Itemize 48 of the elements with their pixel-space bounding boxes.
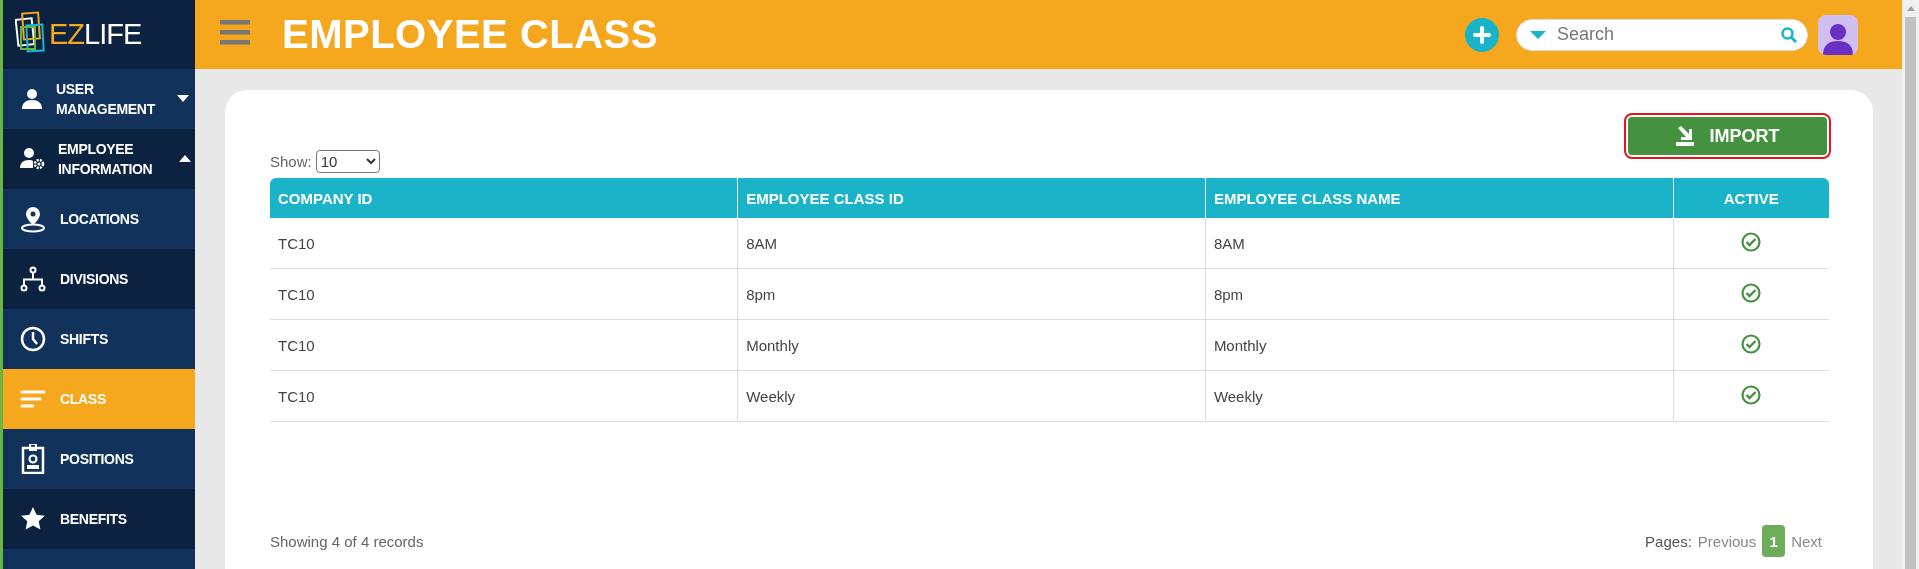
table-cell: Monthly xyxy=(737,319,1206,371)
column-header: EMPLOYEE CLASS NAME xyxy=(1205,178,1674,218)
column-header: COMPANY ID xyxy=(270,178,738,218)
logo-text-accent: EZ xyxy=(49,18,85,51)
caret-down-icon[interactable] xyxy=(1530,29,1546,40)
hierarchy-icon xyxy=(20,266,46,292)
scroll-up-icon[interactable] xyxy=(1906,6,1915,11)
sidebar-item[interactable]: LOCATIONS xyxy=(3,189,195,249)
plus-icon xyxy=(1473,25,1491,44)
user-gear-icon xyxy=(20,147,46,171)
table-cell: Weekly xyxy=(1205,370,1674,422)
logo-text: LIFE xyxy=(84,18,142,51)
sidebar-item[interactable]: POSITIONS xyxy=(3,429,195,489)
menu-icon[interactable] xyxy=(220,20,250,45)
lines-icon xyxy=(20,389,46,409)
search-icon[interactable] xyxy=(1780,25,1798,44)
user-icon xyxy=(20,87,44,111)
star-icon xyxy=(20,506,46,532)
clock-icon xyxy=(20,326,46,352)
page-size-select[interactable]: 10 xyxy=(315,149,380,173)
table-cell: TC10 xyxy=(270,319,738,371)
scrollbar-thumb[interactable] xyxy=(1905,17,1916,569)
table-cell: TC10 xyxy=(270,268,738,320)
sidebar-item[interactable]: USER MANAGEMENT xyxy=(3,69,195,129)
show-label: Show: xyxy=(270,152,312,170)
import-icon xyxy=(1675,126,1694,146)
map-pin-icon xyxy=(20,205,46,233)
caret-down-icon xyxy=(176,93,190,104)
add-button[interactable] xyxy=(1465,17,1499,52)
page-title: EMPLOYEE CLASS xyxy=(282,12,659,57)
column-header: EMPLOYEE CLASS ID xyxy=(737,178,1206,218)
table-cell: TC10 xyxy=(270,370,738,422)
table-cell: 8pm xyxy=(1205,268,1674,320)
search-field[interactable]: Search xyxy=(1516,18,1808,51)
avatar[interactable] xyxy=(1818,14,1858,55)
table-cell: Monthly xyxy=(1205,319,1674,371)
pages-label: Pages: xyxy=(1645,532,1692,550)
next-link[interactable]: Next xyxy=(1791,532,1822,550)
table-cell: 8AM xyxy=(1205,218,1674,269)
record-summary: Showing 4 of 4 records xyxy=(270,532,424,550)
caret-up-icon xyxy=(178,153,192,164)
id-badge-icon xyxy=(21,444,45,474)
table-cell: 8AM xyxy=(737,218,1206,269)
column-header: ACTIVE xyxy=(1673,178,1829,218)
table-cell: TC10 xyxy=(270,218,738,269)
table-cell: Weekly xyxy=(737,370,1206,422)
sidebar-item[interactable]: SHIFTS xyxy=(3,309,195,369)
table-cell: 8pm xyxy=(737,268,1206,320)
